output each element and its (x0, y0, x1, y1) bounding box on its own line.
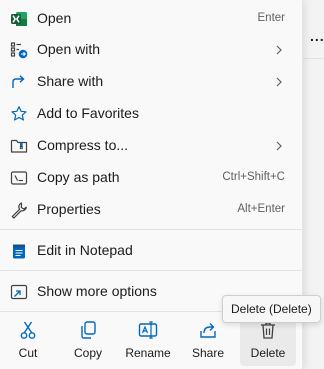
shortcut-label: Enter (257, 12, 286, 24)
action-label: Cut (18, 346, 38, 360)
chevron-right-icon (276, 141, 282, 151)
menu-item-open-with[interactable]: Open with (4, 34, 298, 64)
zip-folder-icon (10, 139, 28, 153)
cut-button[interactable]: Cut (0, 312, 56, 366)
shortcut-label: Ctrl+Shift+C (222, 171, 285, 183)
menu-item-compress-to[interactable]: Compress to... (4, 130, 298, 160)
share-icon (12, 75, 25, 88)
path-icon (10, 171, 28, 185)
menu-item-label: Compress to... (37, 137, 129, 153)
trash-icon (261, 322, 275, 339)
menu-separator (0, 229, 302, 230)
copy-button[interactable]: Copy (60, 312, 116, 366)
more-options-icon (10, 284, 28, 300)
menu-item-label: Share with (37, 73, 104, 89)
shortcut-label: Alt+Enter (237, 203, 285, 215)
more-icon[interactable]: ... (310, 28, 324, 44)
excel-icon (11, 12, 27, 26)
action-label: Delete (250, 346, 286, 360)
menu-item-label: Copy as path (37, 169, 120, 185)
rename-icon (138, 321, 158, 339)
menu-item-label: Show more options (37, 283, 157, 299)
notepad-icon (13, 244, 25, 259)
delete-tooltip: Delete (Delete) (222, 295, 321, 323)
action-label: Rename (125, 346, 171, 360)
copy-icon (81, 321, 96, 339)
chevron-right-icon (276, 77, 282, 87)
wrench-icon (11, 202, 27, 219)
action-label: Copy (73, 346, 102, 360)
menu-separator (0, 270, 302, 271)
menu-item-label: Properties (37, 201, 101, 217)
screen: ... Open Enter Open with Share with Add … (0, 0, 324, 369)
menu-item-label: Edit in Notepad (37, 242, 133, 258)
menu-item-label: Open with (37, 41, 101, 57)
open-with-icon (10, 42, 28, 59)
menu-item-open[interactable]: Open Enter (4, 3, 298, 33)
scissors-icon (20, 321, 36, 339)
menu-item-label: Add to Favorites (37, 105, 139, 121)
menu-item-properties[interactable]: Properties Alt+Enter (4, 194, 298, 224)
menu-item-share-with[interactable]: Share with (4, 66, 298, 96)
star-icon (11, 106, 27, 121)
menu-item-copy-as-path[interactable]: Copy as path Ctrl+Shift+C (4, 162, 298, 192)
rename-button[interactable]: Rename (120, 312, 176, 366)
action-label: Share (191, 346, 225, 360)
menu-item-edit-in-notepad[interactable]: Edit in Notepad (4, 235, 298, 265)
chevron-right-icon (276, 45, 282, 55)
share-icon (200, 323, 216, 338)
menu-item-label: Open (37, 10, 72, 26)
menu-item-add-to-favorites[interactable]: Add to Favorites (4, 98, 298, 128)
